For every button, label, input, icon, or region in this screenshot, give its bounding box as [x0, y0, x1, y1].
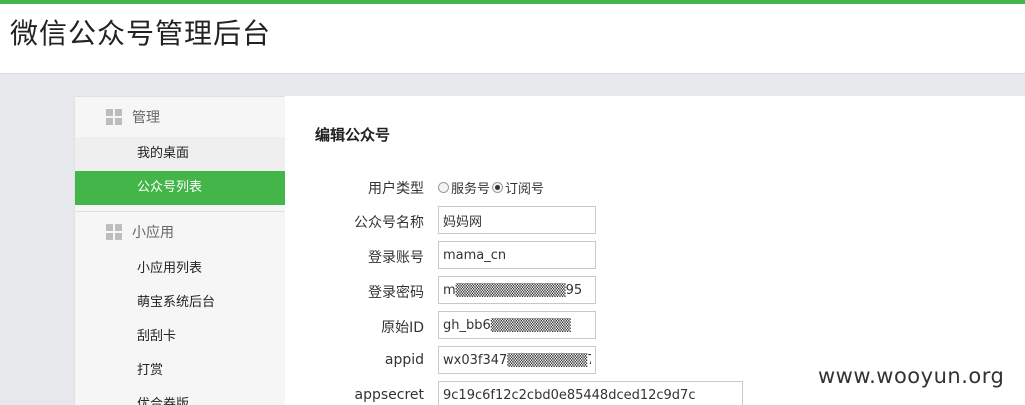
form-row-user-type: 用户类型 服务号 订阅号	[285, 172, 1025, 202]
watermark-text: www.wooyun.org	[818, 364, 1005, 388]
form-row-password: 登录密码	[285, 276, 1025, 306]
field-label: 登录账号	[368, 250, 424, 266]
sidebar-item-app-list[interactable]: 小应用列表	[75, 252, 285, 286]
sidebar-item-mengbao[interactable]: 萌宝系统后台	[75, 286, 285, 320]
user-type-radio-group: 服务号 订阅号	[438, 178, 546, 197]
form-title: 编辑公众号	[315, 126, 391, 144]
field-label: 公众号名称	[354, 215, 424, 231]
header: 微信公众号管理后台	[0, 4, 1025, 74]
grid-icon	[106, 109, 122, 125]
login-password-input[interactable]	[438, 276, 596, 304]
sidebar-section-title: 管理	[132, 110, 160, 126]
field-label: appsecret	[354, 387, 424, 403]
sidebar-item-reward[interactable]: 打赏	[75, 354, 285, 388]
login-account-input[interactable]	[438, 241, 596, 269]
field-label: appid	[384, 352, 424, 368]
main-panel: 编辑公众号 用户类型 服务号 订阅号 公众号名称 登录账号 登录密码 原始ID …	[285, 96, 1025, 405]
field-label: 登录密码	[368, 285, 424, 301]
field-label: 用户类型	[368, 181, 424, 197]
form-row-name: 公众号名称	[285, 206, 1025, 236]
sidebar-section-apps: 小应用	[75, 212, 285, 252]
page-title: 微信公众号管理后台	[10, 17, 272, 50]
appsecret-input[interactable]	[438, 381, 743, 405]
radio-button[interactable]	[438, 182, 449, 193]
sidebar: 管理 我的桌面 公众号列表 小应用 小应用列表 萌宝系统后台 刮刮卡 打赏 优合…	[74, 96, 285, 405]
sidebar-item-coupon[interactable]: 优合券版	[75, 388, 285, 405]
sidebar-item-account-list[interactable]: 公众号列表	[75, 171, 285, 205]
account-name-input[interactable]	[438, 206, 596, 234]
appid-input[interactable]	[438, 346, 596, 374]
sidebar-item-desktop[interactable]: 我的桌面	[75, 137, 285, 171]
sidebar-section-title: 小应用	[132, 225, 174, 241]
radio-service-account[interactable]: 服务号	[438, 178, 490, 197]
form-row-original-id: 原始ID	[285, 311, 1025, 341]
form-row-account: 登录账号	[285, 241, 1025, 271]
radio-button-checked[interactable]	[492, 182, 504, 193]
radio-subscription-account[interactable]: 订阅号	[492, 178, 544, 197]
grid-icon	[106, 224, 122, 240]
sidebar-item-scratch-card[interactable]: 刮刮卡	[75, 320, 285, 354]
original-id-input[interactable]	[438, 311, 596, 339]
sidebar-section-manage: 管理	[75, 97, 285, 137]
field-label: 原始ID	[381, 320, 424, 336]
